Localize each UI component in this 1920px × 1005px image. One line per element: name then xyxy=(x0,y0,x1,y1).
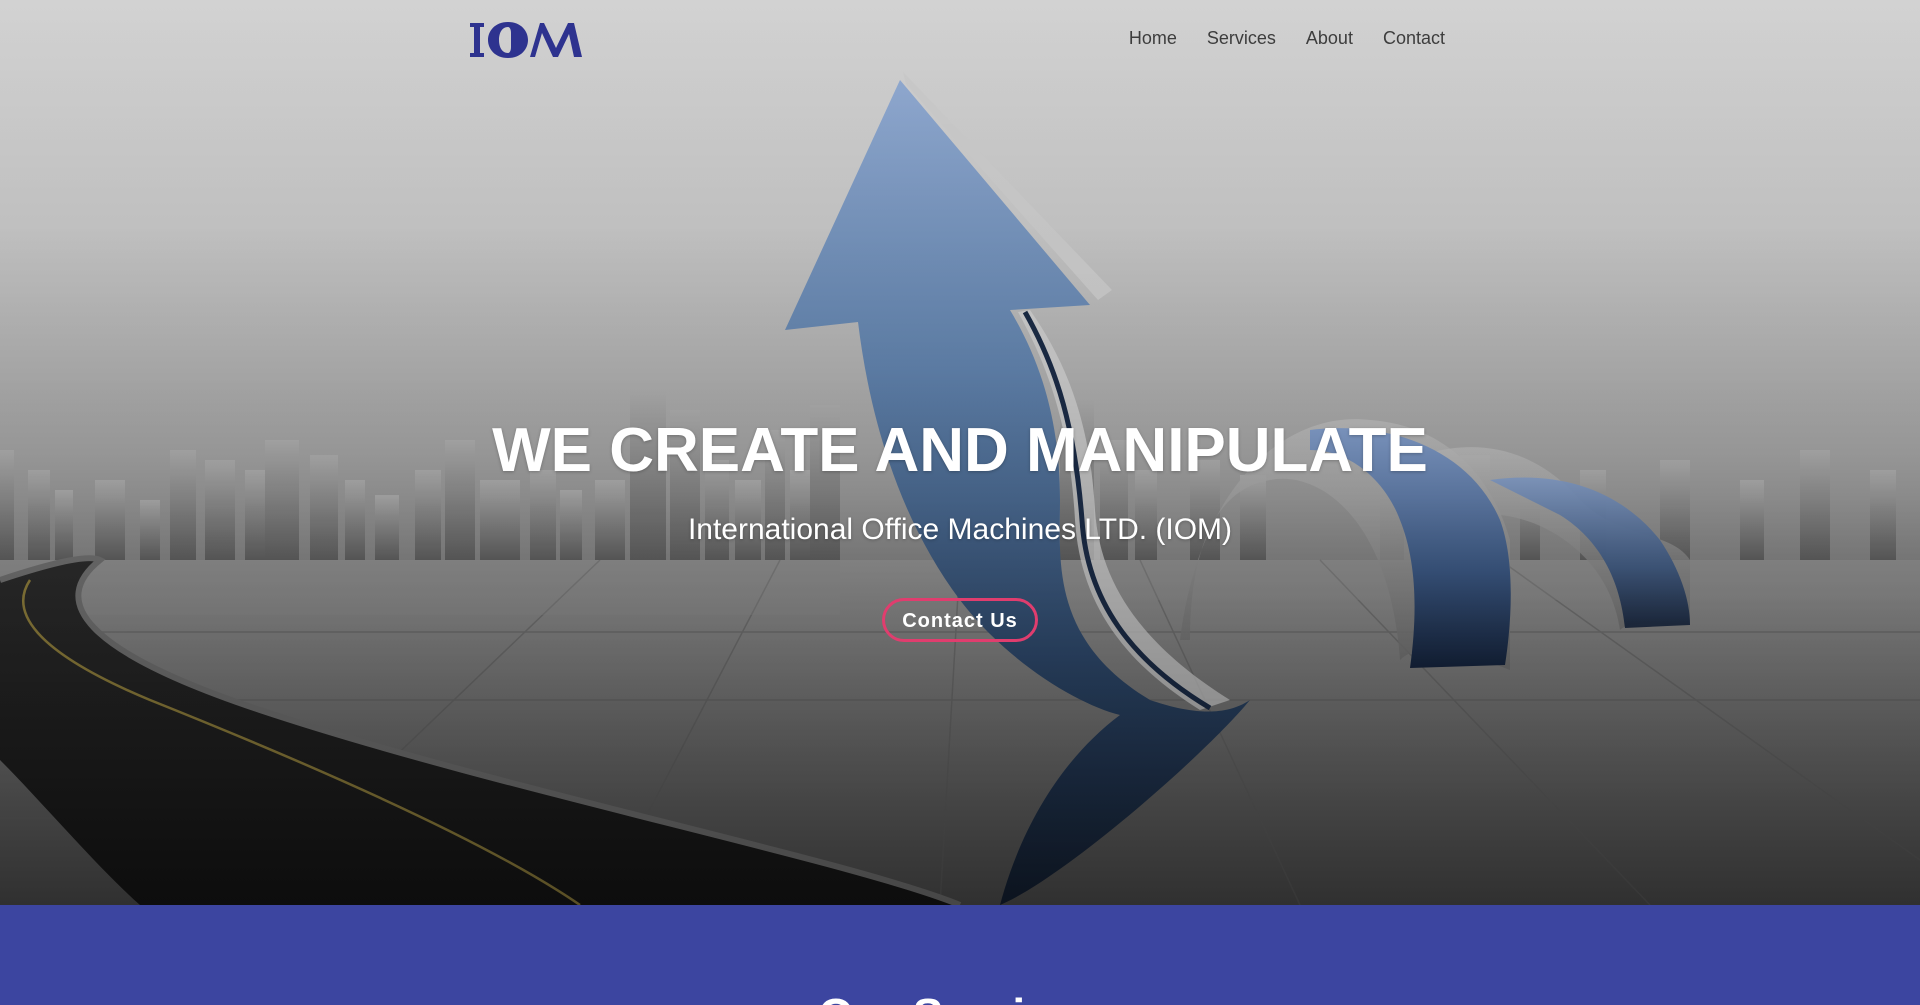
top-navbar: Home Services About Contact xyxy=(0,0,1920,80)
services-section: Our Services xyxy=(0,905,1920,1005)
nav-menu: Home Services About Contact xyxy=(1129,28,1445,49)
contact-us-button[interactable]: Contact Us xyxy=(882,598,1038,642)
hero-subtitle: International Office Machines LTD. (IOM) xyxy=(687,513,1233,546)
nav-link-contact[interactable]: Contact xyxy=(1383,28,1445,49)
services-heading: Our Services xyxy=(0,987,1920,1005)
hero-content: WE CREATE AND MANIPULATE International O… xyxy=(0,412,1920,642)
nav-link-services[interactable]: Services xyxy=(1207,28,1276,49)
hero-section: Home Services About Contact WE CREATE AN… xyxy=(0,0,1920,905)
hero-title: WE CREATE AND MANIPULATE xyxy=(492,416,1428,485)
iom-logo[interactable] xyxy=(470,20,582,60)
nav-link-home[interactable]: Home xyxy=(1129,28,1177,49)
nav-link-about[interactable]: About xyxy=(1306,28,1353,49)
